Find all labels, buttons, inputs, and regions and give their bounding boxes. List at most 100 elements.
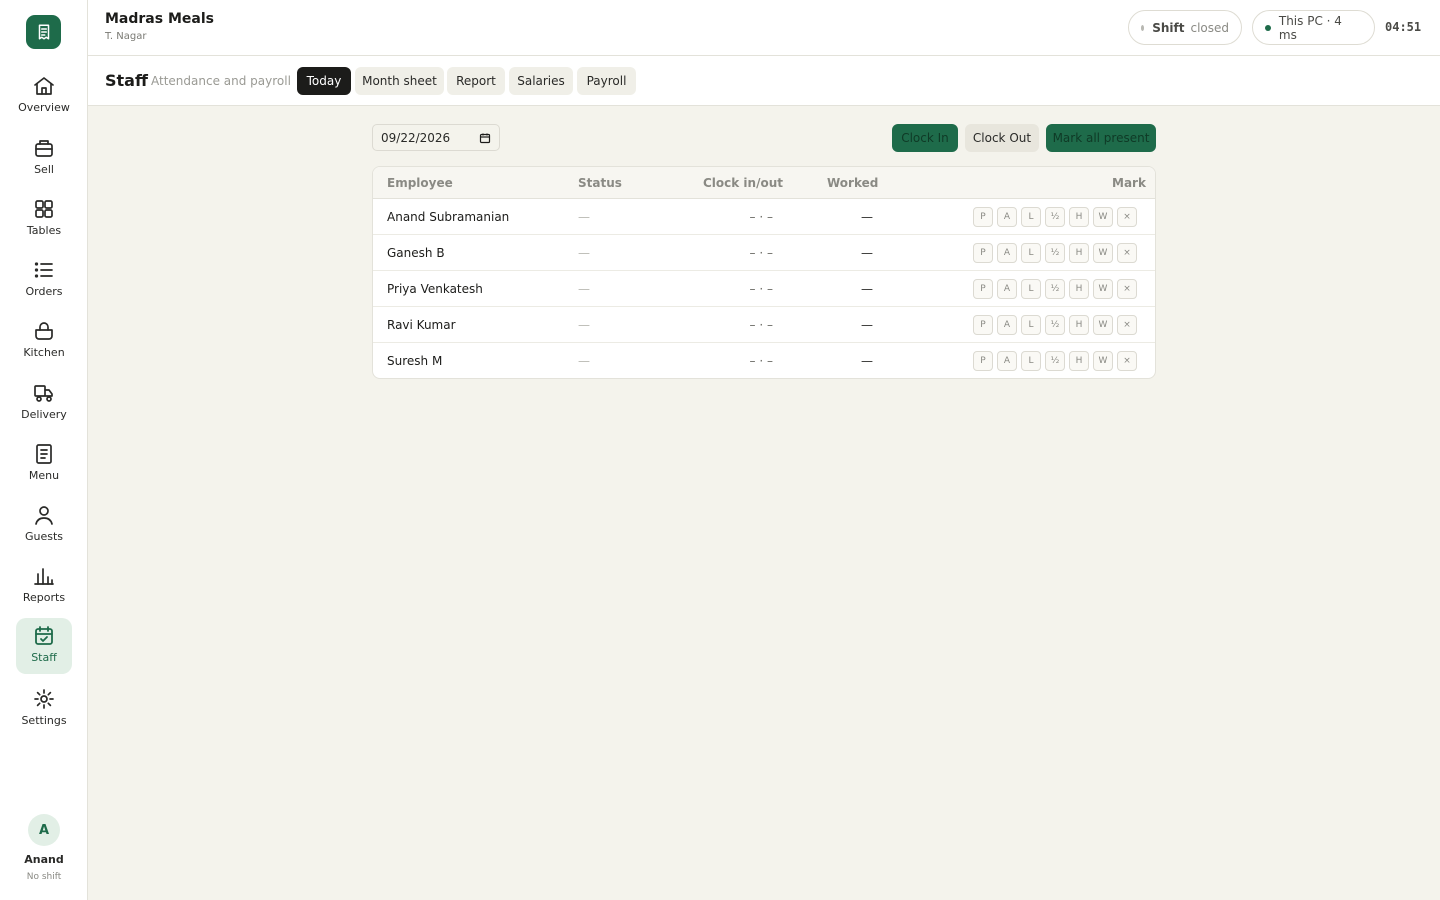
employee-name: Ravi Kumar (387, 318, 456, 332)
mark-absent-button[interactable]: A (997, 279, 1017, 299)
top-bar: Madras Meals T. Nagar Shift closed This … (88, 0, 1440, 56)
mark-absent-button[interactable]: A (997, 315, 1017, 335)
mark-buttons: P A L ½ H W × (973, 207, 1137, 227)
clock-in-out: – · – (749, 246, 773, 260)
sidebar-item-label: Reports (22, 591, 66, 604)
attendance-status: — (578, 282, 590, 296)
clock-out-button[interactable]: Clock Out (965, 124, 1039, 152)
mark-leave-button[interactable]: L (1021, 351, 1041, 371)
mark-week-off-button[interactable]: W (1093, 279, 1113, 299)
tab-month-sheet[interactable]: Month sheet (355, 67, 444, 95)
tab-payroll[interactable]: Payroll (577, 67, 636, 95)
sidebar-item-settings[interactable]: Settings (16, 681, 72, 737)
mark-buttons: P A L ½ H W × (973, 351, 1137, 371)
mark-holiday-button[interactable]: H (1069, 351, 1089, 371)
mark-clear-button[interactable]: × (1117, 207, 1137, 227)
sidebar-item-menu[interactable]: Menu (16, 436, 72, 492)
mark-half-day-button[interactable]: ½ (1045, 243, 1065, 263)
tab-report[interactable]: Report (447, 67, 505, 95)
shift-status-pill[interactable]: Shift closed (1128, 10, 1242, 45)
mark-holiday-button[interactable]: H (1069, 243, 1089, 263)
avatar: A (28, 814, 60, 846)
mark-week-off-button[interactable]: W (1093, 315, 1113, 335)
worked-hours: — (861, 210, 873, 224)
connection-status-pill[interactable]: This PC · 4 ms (1252, 10, 1375, 45)
tab-salaries[interactable]: Salaries (509, 67, 573, 95)
mark-half-day-button[interactable]: ½ (1045, 315, 1065, 335)
shift-value: closed (1190, 20, 1229, 35)
list-icon (34, 262, 53, 278)
date-picker[interactable]: 09/22/2026 (372, 124, 500, 151)
sidebar-item-label: Overview (18, 101, 70, 114)
worked-hours: — (861, 318, 873, 332)
sidebar-item-label: Menu (28, 469, 60, 482)
sidebar-item-staff[interactable]: Staff (16, 618, 72, 674)
sidebar-item-tables[interactable]: Tables (16, 191, 72, 247)
mark-present-button[interactable]: P (973, 315, 993, 335)
sidebar-item-kitchen[interactable]: Kitchen (16, 313, 72, 369)
sidebar-item-reports[interactable]: Reports (16, 558, 72, 614)
mark-week-off-button[interactable]: W (1093, 351, 1113, 371)
sidebar-item-guests[interactable]: Guests (16, 497, 72, 553)
mark-leave-button[interactable]: L (1021, 315, 1041, 335)
mark-clear-button[interactable]: × (1117, 279, 1137, 299)
register-icon (35, 140, 53, 157)
sidebar-item-sell[interactable]: Sell (16, 130, 72, 186)
shift-status-dot (1141, 24, 1145, 31)
mark-half-day-button[interactable]: ½ (1045, 279, 1065, 299)
mark-holiday-button[interactable]: H (1069, 315, 1089, 335)
mark-all-present-button[interactable]: Mark all present (1046, 124, 1156, 152)
mark-buttons: P A L ½ H W × (973, 279, 1137, 299)
mark-absent-button[interactable]: A (997, 243, 1017, 263)
calendar-icon[interactable] (479, 132, 491, 144)
sidebar-item-overview[interactable]: Overview (16, 68, 72, 124)
scooter-icon (34, 385, 53, 402)
sidebar-item-delivery[interactable]: Delivery (16, 375, 72, 431)
sidebar-item-label: Settings (21, 714, 67, 727)
clock-in-out: – · – (749, 210, 773, 224)
mark-week-off-button[interactable]: W (1093, 207, 1113, 227)
bar-chart-icon (34, 568, 54, 585)
column-header-employee: Employee (387, 176, 453, 190)
mark-absent-button[interactable]: A (997, 207, 1017, 227)
restaurant-name: Madras Meals (105, 11, 214, 27)
current-user[interactable]: A Anand No shift (0, 814, 88, 882)
worked-hours: — (861, 354, 873, 368)
employee-name: Anand Subramanian (387, 210, 510, 224)
employee-name: Priya Venkatesh (387, 282, 483, 296)
mark-leave-button[interactable]: L (1021, 243, 1041, 263)
attendance-status: — (578, 354, 590, 368)
attendance-status: — (578, 246, 590, 260)
page-header: Staff Attendance and payroll Today Month… (88, 56, 1440, 106)
mark-absent-button[interactable]: A (997, 351, 1017, 371)
menu-icon (36, 444, 52, 464)
page-title: Staff (105, 71, 148, 90)
worked-hours: — (861, 282, 873, 296)
connection-dot (1265, 24, 1271, 31)
column-header-clock: Clock in/out (703, 176, 783, 190)
clock-in-button[interactable]: Clock In (892, 124, 958, 152)
sidebar-item-label: Delivery (21, 408, 67, 421)
sidebar-item-orders[interactable]: Orders (16, 252, 72, 308)
mark-present-button[interactable]: P (973, 351, 993, 371)
clock-in-out: – · – (749, 354, 773, 368)
mark-holiday-button[interactable]: H (1069, 207, 1089, 227)
tab-today[interactable]: Today (297, 67, 351, 95)
mark-half-day-button[interactable]: ½ (1045, 207, 1065, 227)
mark-present-button[interactable]: P (973, 207, 993, 227)
mark-clear-button[interactable]: × (1117, 315, 1137, 335)
mark-present-button[interactable]: P (973, 279, 993, 299)
mark-present-button[interactable]: P (973, 243, 993, 263)
mark-week-off-button[interactable]: W (1093, 243, 1113, 263)
mark-clear-button[interactable]: × (1117, 351, 1137, 371)
date-value: 09/22/2026 (381, 130, 451, 145)
mark-leave-button[interactable]: L (1021, 207, 1041, 227)
mark-leave-button[interactable]: L (1021, 279, 1041, 299)
app-logo[interactable] (26, 15, 61, 49)
gear-icon (34, 689, 54, 709)
column-header-status: Status (578, 176, 622, 190)
mark-holiday-button[interactable]: H (1069, 279, 1089, 299)
mark-half-day-button[interactable]: ½ (1045, 351, 1065, 371)
mark-clear-button[interactable]: × (1117, 243, 1137, 263)
clock: 04:51 (1385, 20, 1422, 34)
